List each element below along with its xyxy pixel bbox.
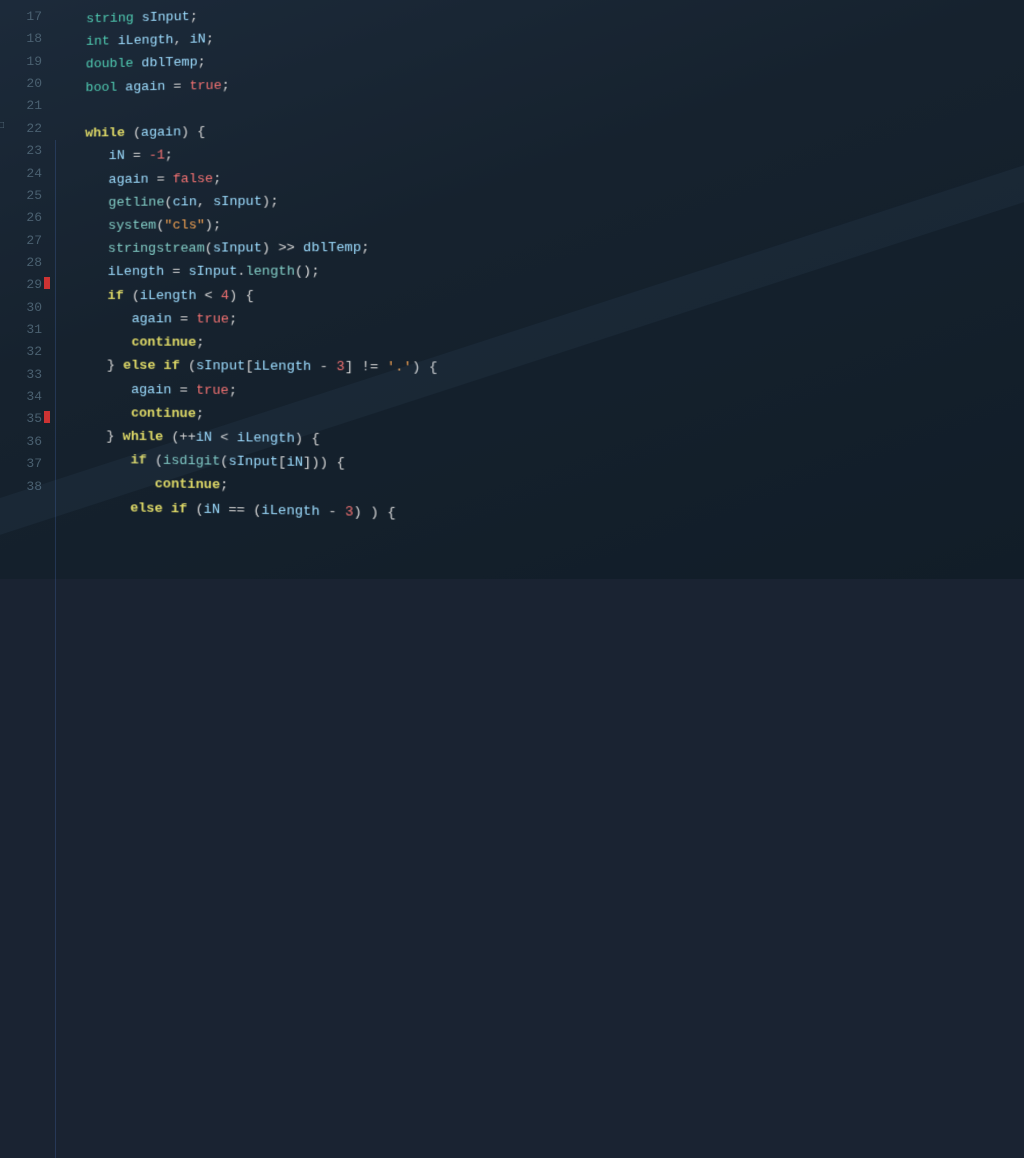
line-num-20: 20	[0, 73, 42, 95]
line-num-24: 24	[0, 163, 42, 185]
code-line-29: if (iLength < 4) {	[60, 284, 1024, 309]
line-num-30: 30	[0, 297, 42, 319]
line-num-17: 17	[0, 6, 42, 28]
line-num-27: 27	[0, 230, 42, 252]
line-num-35: 35	[0, 408, 42, 430]
code-editor: 17 18 19 20 21 22 23 24 25 26 27 28 29 3…	[0, 0, 1024, 579]
line-num-29: 29	[0, 274, 42, 296]
line-num-33: 33	[0, 364, 42, 386]
line-num-25: 25	[0, 185, 42, 207]
line-num-34: 34	[0, 386, 42, 408]
line-num-38: 38	[0, 476, 42, 498]
code-line-28: iLength = sInput.length();	[60, 259, 1024, 285]
line-num-32: 32	[0, 341, 42, 363]
line-num-36: 36	[0, 431, 42, 453]
line-num-26: 26	[0, 207, 42, 229]
line-num-28: 28	[0, 252, 42, 274]
line-num-22: 22	[0, 118, 42, 140]
line-num-23: 23	[0, 140, 42, 162]
line-num-37: 37	[0, 453, 42, 475]
code-line-27: stringstream(sInput) >> dblTemp;	[60, 234, 1024, 262]
line-num-18: 18	[0, 28, 42, 50]
line-num-19: 19	[0, 51, 42, 73]
code-content: string sInput; int iLength, iN; double d…	[49, 0, 1024, 608]
line-numbers: 17 18 19 20 21 22 23 24 25 26 27 28 29 3…	[0, 0, 52, 579]
line-num-31: 31	[0, 319, 42, 341]
line-num-21: 21	[0, 95, 42, 117]
